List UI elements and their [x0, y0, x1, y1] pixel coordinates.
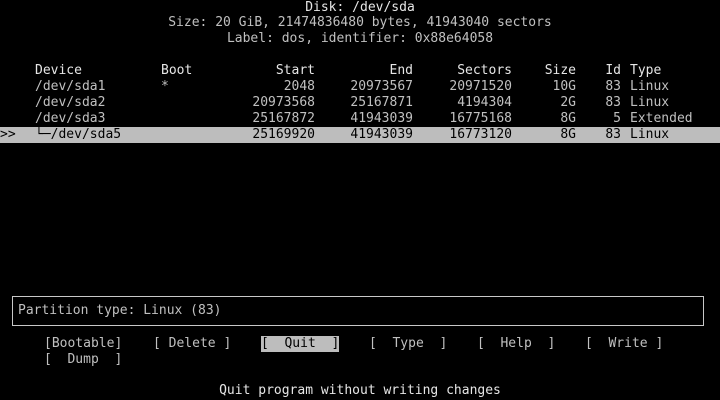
row-size: 8G — [560, 127, 576, 142]
col-size: Size — [544, 63, 576, 78]
quit-button[interactable]: [ Quit ] — [261, 336, 340, 352]
row-type: Linux — [630, 95, 670, 110]
row-size: 8G — [560, 111, 576, 126]
help-button[interactable]: [ Help ] — [477, 336, 555, 352]
row-type: Extended — [630, 111, 693, 126]
row-id: 83 — [605, 127, 621, 142]
col-end: End — [389, 63, 413, 78]
write-button[interactable]: [ Write ] — [585, 336, 663, 352]
row-start: 25169920 — [252, 127, 315, 142]
row-type: Linux — [630, 127, 670, 142]
row-sectors: 4194304 — [457, 95, 512, 110]
disk-size: Size: 20 GiB, 21474836480 bytes, 4194304… — [168, 15, 552, 30]
row-sectors: 16775168 — [449, 111, 512, 126]
col-sectors: Sectors — [457, 63, 512, 78]
row-sectors: 16773120 — [449, 127, 512, 142]
row-id: 83 — [605, 95, 621, 110]
col-type: Type — [630, 63, 662, 78]
dump-button[interactable]: [ Dump ] — [44, 352, 122, 368]
disk-title: Disk: /dev/sda — [305, 0, 415, 15]
action-hint: Quit program without writing changes — [219, 383, 501, 398]
selection-marker: >> — [0, 127, 16, 142]
row-sectors: 20971520 — [449, 79, 512, 94]
table-row[interactable]: /dev/sda1 * 2048 20973567 20971520 10G 8… — [0, 79, 720, 95]
row-start: 2048 — [283, 79, 315, 94]
row-id: 83 — [605, 79, 621, 94]
table-row[interactable]: /dev/sda3 25167872 41943039 16775168 8G … — [0, 111, 720, 127]
row-end: 20973567 — [350, 79, 413, 94]
row-size: 10G — [552, 79, 576, 94]
row-device: /dev/sda1 — [35, 79, 106, 94]
table-row-selected[interactable]: >> └─/dev/sda5 25169920 41943039 1677312… — [0, 127, 720, 143]
row-end: 25167871 — [350, 95, 413, 110]
row-boot: * — [161, 79, 169, 94]
table-row[interactable]: /dev/sda2 20973568 25167871 4194304 2G 8… — [0, 95, 720, 111]
col-start: Start — [275, 63, 315, 78]
col-device: Device — [35, 63, 82, 78]
partition-info-box: Partition type: Linux (83) — [12, 296, 704, 326]
row-end: 41943039 — [350, 111, 413, 126]
row-start: 20973568 — [252, 95, 315, 110]
bootable-button[interactable]: [Bootable] — [44, 336, 122, 352]
partition-type-info: Partition type: Linux (83) — [18, 303, 222, 318]
row-device: /dev/sda3 — [35, 111, 106, 126]
col-id: Id — [605, 63, 621, 78]
row-device: └─/dev/sda5 — [35, 127, 122, 142]
row-start: 25167872 — [252, 111, 315, 126]
type-button[interactable]: [ Type ] — [369, 336, 447, 352]
row-end: 41943039 — [350, 127, 413, 142]
disk-label: Label: dos, identifier: 0x88e64058 — [226, 31, 494, 46]
row-type: Linux — [630, 79, 670, 94]
col-boot: Boot — [161, 63, 193, 78]
row-size: 2G — [560, 95, 576, 110]
row-id: 5 — [613, 111, 621, 126]
delete-button[interactable]: [ Delete ] — [153, 336, 231, 352]
row-device: /dev/sda2 — [35, 95, 106, 110]
table-header: Device Boot Start End Sectors Size Id Ty… — [0, 63, 720, 79]
